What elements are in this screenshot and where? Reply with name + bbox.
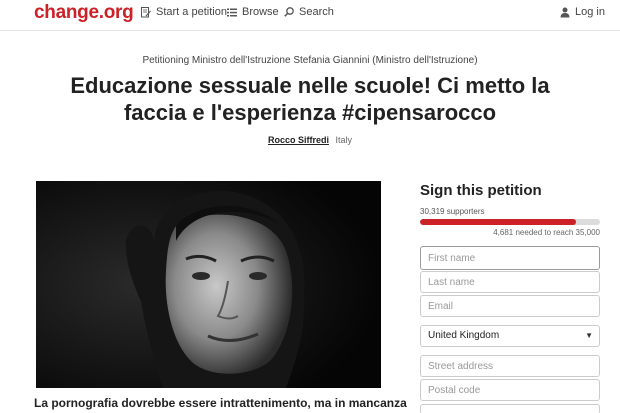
street-address-field[interactable] [420, 355, 600, 377]
change-org-logo[interactable]: change.org [34, 1, 134, 25]
login-link[interactable]: Log in [560, 5, 605, 19]
login-label: Log in [575, 6, 605, 18]
list-icon [227, 8, 237, 16]
logo-suffix: .org [98, 2, 134, 23]
email-field[interactable] [420, 295, 600, 317]
country-select-value: United Kingdom [428, 330, 500, 341]
search-label: Search [299, 6, 334, 18]
search-link[interactable]: Search [284, 5, 334, 19]
dropdown-arrow-icon: ▼ [585, 331, 593, 340]
petition-author: Rocco Siffredi Italy [0, 135, 620, 145]
petition-body-text: La pornografia dovrebbe essere intratten… [34, 396, 407, 410]
browse-link[interactable]: Browse [227, 5, 279, 19]
petition-title: Educazione sessuale nelle scuole! Ci met… [70, 73, 550, 125]
sign-petition-heading: Sign this petition [420, 182, 542, 199]
browse-label: Browse [242, 6, 279, 18]
signature-progress-bar [420, 219, 600, 225]
petition-target: Petitioning Ministro dell'Istruzione Ste… [142, 55, 478, 66]
postal-code-field[interactable] [420, 379, 600, 401]
next-form-field[interactable] [420, 404, 600, 413]
supporters-count: 30,319 supporters [420, 207, 485, 216]
document-edit-icon [141, 6, 151, 17]
first-name-field[interactable] [420, 246, 600, 270]
petition-photo [36, 181, 381, 388]
author-country: Italy [335, 135, 353, 145]
signature-goal-text: 4,681 needed to reach 35,000 [493, 228, 600, 237]
last-name-field[interactable] [420, 271, 600, 293]
country-select[interactable]: United Kingdom ▼ [420, 325, 600, 347]
user-icon [560, 7, 570, 17]
logo-main: change [34, 2, 99, 23]
start-petition-link[interactable]: Start a petition [141, 5, 227, 19]
search-icon [284, 7, 294, 17]
signature-progress-fill [420, 219, 576, 225]
author-name-link[interactable]: Rocco Siffredi [268, 135, 329, 145]
start-petition-label: Start a petition [156, 6, 227, 18]
top-nav-bar: change.org Start a petition Browse Searc… [0, 0, 620, 31]
